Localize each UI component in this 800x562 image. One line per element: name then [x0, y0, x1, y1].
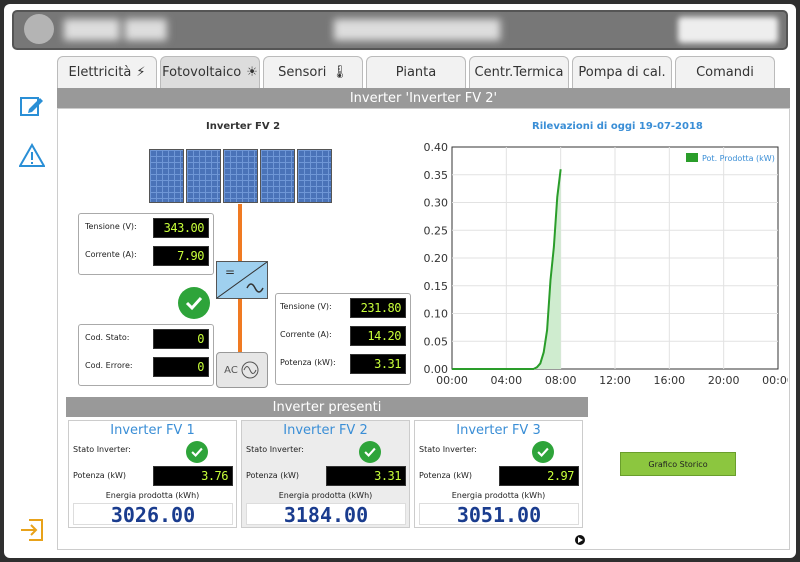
edit-icon[interactable]: [18, 92, 46, 120]
y-tick-label: 0.30: [424, 197, 449, 210]
inverters-section-title: Inverter presenti: [66, 397, 588, 417]
inverter-energy-value: 3051.00: [419, 503, 579, 526]
x-tick-label: 16:00: [653, 374, 685, 387]
error-code-display: 0: [153, 357, 209, 377]
tab-comandi[interactable]: Comandi: [675, 56, 775, 88]
status-ok-icon: [186, 441, 208, 463]
inverter-power-display: 3.31: [326, 466, 406, 486]
status-ok-icon: [359, 441, 381, 463]
lightning-icon: ⚡: [136, 65, 146, 80]
solar-panel: [186, 149, 221, 203]
inverter-state-label: Stato Inverter:: [419, 445, 477, 454]
x-tick-label: 00:00: [436, 374, 468, 387]
dc-current-label: Corrente (A):: [85, 250, 137, 259]
ac-current-display: 14.20: [350, 326, 406, 346]
y-tick-label: 0.25: [424, 224, 449, 237]
inverter-energy-value: 3184.00: [246, 503, 406, 526]
inverter-energy-label: Energia prodotta (kWh): [278, 491, 373, 500]
page-title: Inverter 'Inverter FV 2': [57, 88, 790, 108]
tab-elettricita[interactable]: Elettricità ⚡: [57, 56, 157, 88]
y-tick-label: 0.05: [424, 335, 449, 348]
x-tick-label: 00:00: [762, 374, 788, 387]
y-tick-label: 0.40: [424, 141, 449, 154]
inverter-name: Inverter FV 3: [456, 423, 541, 438]
inverter-name: Inverter FV 2: [283, 423, 368, 438]
inverter-power-label: Potenza (kW): [419, 471, 472, 480]
status-ok-icon: [532, 441, 554, 463]
dc-current-display: 7.90: [153, 246, 209, 266]
inverter-name: Inverter FV 1: [110, 423, 195, 438]
sun-icon: ☀: [246, 65, 258, 80]
tab-sensori[interactable]: Sensori 🌡: [263, 56, 363, 88]
warning-icon[interactable]: [18, 142, 46, 170]
blurred-header-center: ████████████: [334, 20, 501, 41]
legend-swatch: [686, 153, 698, 162]
inverter-power-display: 2.97: [499, 466, 579, 486]
y-tick-label: 0.20: [424, 252, 449, 265]
status-codes-box: Cod. Stato: 0 Cod. Errore: 0: [78, 324, 214, 386]
inverter-energy-label: Energia prodotta (kWh): [451, 491, 546, 500]
inverter-energy-label: Energia prodotta (kWh): [105, 491, 200, 500]
production-chart: 0.000.050.100.150.200.250.300.350.4000:0…: [424, 141, 789, 387]
solar-panel: [149, 149, 184, 203]
y-tick-label: 0.35: [424, 169, 449, 182]
ac-power-label: Potenza (kW):: [280, 358, 336, 367]
tab-pompa-di-calore[interactable]: Pompa di cal.: [572, 56, 672, 88]
thermometer-icon: 🌡: [331, 65, 348, 80]
blurred-user-widget[interactable]: [678, 17, 778, 43]
inverter-card-2[interactable]: Inverter FV 2 Stato Inverter: Potenza (k…: [241, 420, 410, 528]
tab-bar: Elettricità ⚡ Fotovoltaico ☀ Sensori 🌡 Pian…: [57, 56, 790, 88]
tab-centr-termica[interactable]: Centr.Termica: [469, 56, 569, 88]
logout-icon[interactable]: [18, 516, 46, 544]
solar-panel: [260, 149, 295, 203]
ac-voltage-label: Tensione (V):: [280, 302, 332, 311]
svg-text:=: =: [225, 265, 235, 279]
inverter-icon: =: [216, 261, 268, 299]
tab-fotovoltaico[interactable]: Fotovoltaico ☀: [160, 56, 260, 88]
tab-pianta[interactable]: Pianta: [366, 56, 466, 88]
app-window: ████ ███ ████████████ Elettricità ⚡ Fotov…: [4, 4, 796, 558]
ac-current-label: Corrente (A):: [280, 330, 332, 339]
dc-readings-box: Tensione (V): 343.00 Corrente (A): 7.90: [78, 213, 214, 275]
ac-output-icon: AC: [216, 352, 268, 388]
inverter-diagram-title: Inverter FV 2: [206, 121, 281, 132]
x-tick-label: 08:00: [545, 374, 577, 387]
ac-readings-box: Tensione (V): 231.80 Corrente (A): 14.20…: [275, 293, 411, 385]
play-icon[interactable]: [575, 535, 585, 545]
inverter-energy-value: 3026.00: [73, 503, 233, 526]
chart-title: Rilevazioni di oggi 19-07-2018: [532, 121, 703, 132]
header-bar: ████ ███ ████████████: [12, 10, 788, 50]
x-tick-label: 20:00: [708, 374, 740, 387]
inverter-card-3[interactable]: Inverter FV 3 Stato Inverter: Potenza (k…: [414, 420, 583, 528]
dc-voltage-display: 343.00: [153, 218, 209, 238]
solar-panel: [223, 149, 258, 203]
error-code-label: Cod. Errore:: [85, 361, 133, 370]
y-tick-label: 0.10: [424, 308, 449, 321]
inverter-power-label: Potenza (kW): [73, 471, 126, 480]
history-chart-button[interactable]: Grafico Storico: [620, 452, 736, 476]
y-tick-label: 0.15: [424, 280, 449, 293]
inverter-power-label: Potenza (kW): [246, 471, 299, 480]
status-ok-icon: [178, 287, 210, 319]
inverter-state-label: Stato Inverter:: [246, 445, 304, 454]
inverter-power-display: 3.76: [153, 466, 233, 486]
status-code-display: 0: [153, 329, 209, 349]
ac-symbol: AC: [224, 364, 238, 376]
solar-panels: [149, 149, 332, 203]
ac-voltage-display: 231.80: [350, 298, 406, 318]
x-tick-label: 12:00: [599, 374, 631, 387]
blurred-header-left: ████ ███: [64, 20, 167, 41]
inverter-card-1[interactable]: Inverter FV 1 Stato Inverter: Potenza (k…: [68, 420, 237, 528]
main-content: Inverter FV 2 = Tensione (V): 343.00 Cor…: [57, 108, 790, 550]
legend-label: Pot. Prodotta (kW): [702, 154, 775, 163]
solar-panel: [297, 149, 332, 203]
status-code-label: Cod. Stato:: [85, 333, 130, 342]
dc-voltage-label: Tensione (V):: [85, 222, 137, 231]
inverter-state-label: Stato Inverter:: [73, 445, 131, 454]
ac-power-display: 3.31: [350, 354, 406, 374]
x-tick-label: 04:00: [490, 374, 522, 387]
logo: [24, 14, 54, 44]
